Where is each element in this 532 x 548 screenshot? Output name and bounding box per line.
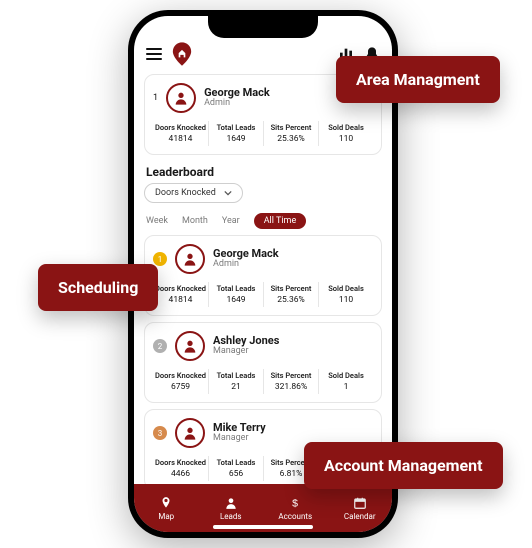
tab-all-time[interactable]: All Time bbox=[254, 213, 307, 229]
overlay-scheduling: Scheduling bbox=[38, 264, 158, 311]
stat-header: Doors Knocked bbox=[153, 123, 208, 132]
stat-value: 41814 bbox=[153, 134, 208, 144]
overlay-area-management: Area Managment bbox=[336, 56, 500, 103]
stat-value: 25.36% bbox=[264, 134, 318, 144]
leaderboard-row[interactable]: 2 Ashley Jones Manager Doors Knocked6759… bbox=[144, 322, 382, 403]
calendar-icon bbox=[353, 496, 367, 510]
tab-month[interactable]: Month bbox=[182, 216, 208, 226]
metric-dropdown[interactable]: Doors Knocked bbox=[144, 183, 243, 203]
period-tabs: Week Month Year All Time bbox=[146, 213, 380, 229]
stat-value: 1649 bbox=[209, 134, 263, 144]
leaderboard-row[interactable]: 1 George Mack Admin Doors Knocked41814 T… bbox=[144, 235, 382, 316]
home-indicator bbox=[213, 525, 313, 529]
nav-label: Leads bbox=[220, 512, 242, 521]
avatar-icon bbox=[175, 244, 205, 274]
person-icon bbox=[224, 496, 238, 510]
dollar-icon: $ bbox=[288, 496, 302, 510]
leaderboard-title: Leaderboard bbox=[146, 165, 380, 179]
stat-value: 4466 bbox=[153, 469, 208, 479]
notch bbox=[208, 16, 318, 38]
rank-badge: 1 bbox=[153, 252, 167, 266]
app-logo bbox=[172, 42, 192, 66]
stat-header: Doors Knocked bbox=[153, 284, 208, 293]
tab-year[interactable]: Year bbox=[222, 216, 240, 226]
stat-value: 1649 bbox=[209, 295, 263, 305]
stat-header: Total Leads bbox=[209, 284, 263, 293]
menu-icon[interactable] bbox=[146, 48, 162, 60]
stat-header: Sits Percent bbox=[264, 123, 318, 132]
stat-header: Sits Percent bbox=[264, 371, 318, 380]
svg-text:$: $ bbox=[292, 497, 298, 509]
row-role: Manager bbox=[213, 347, 279, 357]
stat-header: Sold Deals bbox=[319, 284, 373, 293]
nav-map[interactable]: Map bbox=[134, 484, 199, 532]
featured-rank: 1 bbox=[153, 93, 158, 103]
stat-value: 110 bbox=[319, 134, 373, 144]
nav-label: Calendar bbox=[344, 512, 376, 521]
rank-badge: 3 bbox=[153, 426, 167, 440]
stat-header: Sold Deals bbox=[319, 123, 373, 132]
overlay-account-management: Account Management bbox=[304, 442, 503, 489]
stat-value: 656 bbox=[209, 469, 263, 479]
avatar-icon bbox=[166, 83, 196, 113]
featured-role: Admin bbox=[204, 99, 270, 109]
stat-value: 21 bbox=[209, 382, 263, 392]
tab-week[interactable]: Week bbox=[146, 216, 168, 226]
stat-header: Sold Deals bbox=[319, 371, 373, 380]
avatar-icon bbox=[175, 418, 205, 448]
stat-header: Total Leads bbox=[209, 458, 263, 467]
rank-badge: 2 bbox=[153, 339, 167, 353]
dropdown-label: Doors Knocked bbox=[155, 188, 216, 198]
nav-calendar[interactable]: Calendar bbox=[328, 484, 393, 532]
stat-value: 41814 bbox=[153, 295, 208, 305]
stat-header: Doors Knocked bbox=[153, 371, 208, 380]
nav-label: Accounts bbox=[278, 512, 312, 521]
map-pin-icon bbox=[159, 496, 173, 510]
stat-header: Sits Percent bbox=[264, 284, 318, 293]
stat-value: 110 bbox=[319, 295, 373, 305]
stat-header: Total Leads bbox=[209, 123, 263, 132]
row-role: Manager bbox=[213, 434, 266, 444]
row-role: Admin bbox=[213, 260, 279, 270]
featured-stats: Doors Knocked 41814 Total Leads 1649 Sits … bbox=[153, 121, 373, 146]
avatar-icon bbox=[175, 331, 205, 361]
stat-value: 6759 bbox=[153, 382, 208, 392]
stat-header: Total Leads bbox=[209, 371, 263, 380]
nav-label: Map bbox=[158, 512, 174, 521]
stat-value: 25.36% bbox=[264, 295, 318, 305]
chevron-down-icon bbox=[224, 189, 232, 197]
stat-header: Doors Knocked bbox=[153, 458, 208, 467]
stat-value: 1 bbox=[319, 382, 373, 392]
main-content: 1 George Mack Admin Doors Knocked41814 bbox=[134, 68, 392, 484]
stat-value: 321.86% bbox=[264, 382, 318, 392]
